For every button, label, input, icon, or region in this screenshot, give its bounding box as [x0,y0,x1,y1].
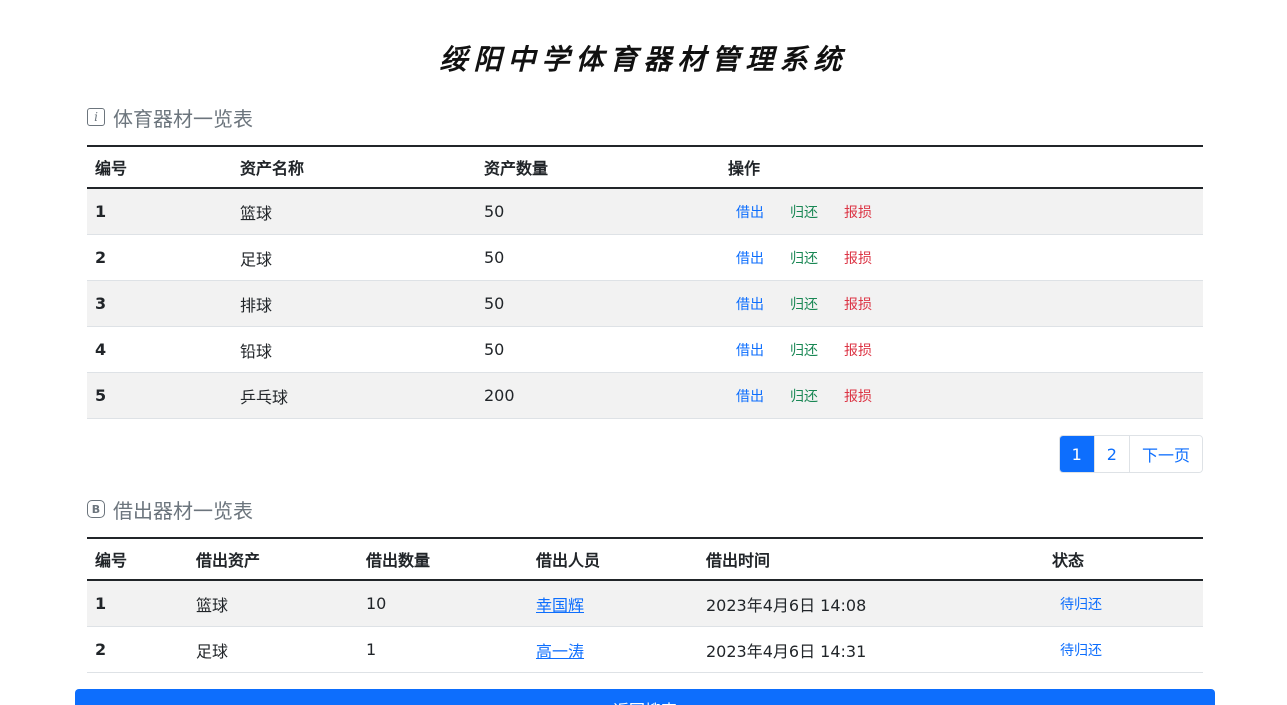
return-link[interactable]: 归还 [782,297,818,313]
borrowed-qty: 1 [358,626,528,673]
row-id: 3 [87,280,232,327]
return-link[interactable]: 归还 [782,251,818,267]
asset-name: 乒乓球 [232,372,476,419]
info-icon: i [87,108,105,126]
status-link[interactable]: 待归还 [1052,597,1102,613]
column-header: 借出人员 [528,537,698,581]
borrow-time: 2023年4月6日 14:08 [698,580,1044,627]
equipment-table-header: 编号 资产名称 资产数量 操作 [87,145,1203,189]
column-header: 状态 [1044,537,1203,581]
page-title: 绥阳中学体育器材管理系统 [439,43,848,76]
row-id: 5 [87,372,232,419]
borrow-link[interactable]: 借出 [728,297,764,313]
return-link[interactable]: 归还 [782,205,818,221]
column-header: 借出资产 [188,537,358,581]
asset-name: 篮球 [232,188,476,235]
borrow-table: 编号 借出资产 借出数量 借出人员 借出时间 状态 1 篮球 10 幸国辉 2023年4… [87,537,1203,673]
table-row: 1 篮球 10 幸国辉 2023年4月6日 14:08 待归还 [87,580,1203,627]
asset-name: 铅球 [232,326,476,373]
borrower-link[interactable]: 幸国辉 [536,596,584,615]
column-header: 操作 [720,145,1203,189]
return-link[interactable]: 归还 [782,389,818,405]
back-to-search-button[interactable]: 返回搜索 [75,689,1215,705]
equipment-table: 编号 资产名称 资产数量 操作 1 篮球 50 借出 归还 报损 2 足球 50 借出 归还 报损 3 排… [87,145,1203,419]
borrow-heading-text: 借出器材一览表 [113,498,253,523]
table-row: 5 乒乓球 200 借出 归还 报损 [87,372,1203,419]
status-cell: 待归还 [1044,580,1203,627]
column-header: 借出数量 [358,537,528,581]
return-link[interactable]: 归还 [782,343,818,359]
asset-qty: 50 [476,234,720,281]
borrow-table-header: 编号 借出资产 借出数量 借出人员 借出时间 状态 [87,537,1203,581]
row-actions: 借出 归还 报损 [720,234,1203,281]
asset-name: 足球 [232,234,476,281]
equipment-heading-text: 体育器材一览表 [113,106,253,131]
borrowed-qty: 10 [358,580,528,627]
damage-link[interactable]: 报损 [836,343,872,359]
borrower-link[interactable]: 高一涛 [536,642,584,661]
borrowed-asset: 篮球 [188,580,358,627]
row-id: 1 [87,580,188,627]
column-header: 借出时间 [698,537,1044,581]
damage-link[interactable]: 报损 [836,389,872,405]
borrower-cell: 幸国辉 [528,580,698,627]
pagination: 1 2 下一页 [1058,435,1203,473]
borrow-link[interactable]: 借出 [728,343,764,359]
borrower-cell: 高一涛 [528,626,698,673]
table-row: 1 篮球 50 借出 归还 报损 [87,188,1203,235]
page-2-button[interactable]: 2 [1093,436,1129,472]
borrow-time: 2023年4月6日 14:31 [698,626,1044,673]
damage-link[interactable]: 报损 [836,297,872,313]
borrow-link[interactable]: 借出 [728,251,764,267]
b-badge-icon: B [87,500,105,518]
borrow-section-heading: B 借出器材一览表 [87,496,253,523]
column-header: 编号 [87,537,188,581]
row-id: 2 [87,626,188,673]
borrow-link[interactable]: 借出 [728,205,764,221]
column-header: 资产数量 [476,145,720,189]
row-id: 4 [87,326,232,373]
borrow-link[interactable]: 借出 [728,389,764,405]
table-row: 4 铅球 50 借出 归还 报损 [87,326,1203,373]
asset-name: 排球 [232,280,476,327]
table-row: 3 排球 50 借出 归还 报损 [87,280,1203,327]
status-link[interactable]: 待归还 [1052,643,1102,659]
next-page-button[interactable]: 下一页 [1128,436,1202,472]
asset-qty: 200 [476,372,720,419]
page: 绥阳中学体育器材管理系统 i 体育器材一览表 编号 资产名称 资产数量 操作 1… [0,0,1287,705]
asset-qty: 50 [476,188,720,235]
table-row: 2 足球 1 高一涛 2023年4月6日 14:31 待归还 [87,626,1203,673]
row-actions: 借出 归还 报损 [720,280,1203,327]
row-actions: 借出 归还 报损 [720,188,1203,235]
row-id: 1 [87,188,232,235]
damage-link[interactable]: 报损 [836,205,872,221]
borrowed-asset: 足球 [188,626,358,673]
row-actions: 借出 归还 报损 [720,372,1203,419]
column-header: 资产名称 [232,145,476,189]
damage-link[interactable]: 报损 [836,251,872,267]
page-1-button[interactable]: 1 [1059,436,1094,472]
asset-qty: 50 [476,326,720,373]
asset-qty: 50 [476,280,720,327]
column-header: 编号 [87,145,232,189]
row-id: 2 [87,234,232,281]
table-row: 2 足球 50 借出 归还 报损 [87,234,1203,281]
row-actions: 借出 归还 报损 [720,326,1203,373]
equipment-section-heading: i 体育器材一览表 [87,104,253,131]
status-cell: 待归还 [1044,626,1203,673]
